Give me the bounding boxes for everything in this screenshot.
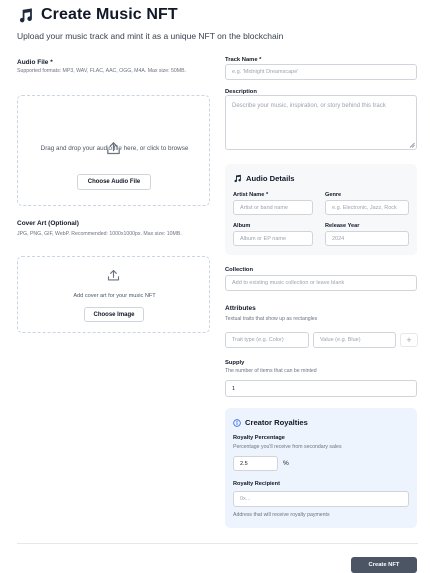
percent-sign: % — [283, 460, 289, 467]
description-textarea[interactable]: Describe your music, inspiration, or sto… — [225, 95, 417, 150]
audio-details-header: Audio Details — [233, 174, 295, 183]
audio-file-label: Audio File * — [17, 59, 53, 66]
collection-input[interactable]: Add to existing music collection or leav… — [225, 275, 417, 291]
artist-name-input[interactable]: Artist or band name — [233, 200, 313, 215]
royalty-percentage-hint: Percentage you'll receive from secondary… — [233, 444, 342, 450]
royalty-percentage-input[interactable]: 2.5 — [233, 456, 278, 471]
genre-label: Genre — [325, 192, 342, 198]
page-title: Create Music NFT — [41, 6, 178, 23]
add-attribute-button[interactable]: + — [400, 333, 418, 347]
create-nft-button[interactable]: Create NFT — [351, 557, 417, 573]
audio-details-title: Audio Details — [246, 174, 295, 183]
audio-file-hint: Supported formats: MP3, WAV, FLAC, AAC, … — [17, 68, 187, 74]
trait-value-input[interactable]: Value (e.g. Blue) — [313, 332, 396, 348]
supply-input[interactable]: 1 — [225, 380, 417, 397]
royalty-recipient-hint: Address that will receive royalty paymen… — [233, 512, 330, 518]
genre-input[interactable]: e.g. Electronic, Jazz, Rock — [325, 200, 409, 215]
album-label: Album — [233, 223, 251, 229]
audio-drop-text: Drag and drop your audio file here, or c… — [40, 145, 189, 152]
music-note-icon — [234, 174, 241, 183]
resize-handle-icon[interactable] — [409, 142, 415, 148]
track-name-label: Track Name * — [225, 57, 262, 63]
release-year-label: Release Year — [325, 223, 360, 229]
trait-type-input[interactable]: Trait type (e.g. Color) — [225, 332, 309, 348]
royalty-recipient-input[interactable]: 0x... — [233, 491, 409, 507]
page-subtitle: Upload your music track and mint it as a… — [17, 31, 284, 41]
choose-audio-file-button[interactable]: Choose Audio File — [77, 174, 151, 190]
upload-icon — [107, 269, 120, 281]
cover-drop-text: Add cover art for your music NFT — [73, 293, 156, 299]
collection-label: Collection — [225, 267, 254, 273]
cover-art-hint: JPG, PNG, GIF, WebP. Recommended: 1000x1… — [17, 231, 182, 237]
royalty-recipient-label: Royalty Recipient — [233, 481, 280, 487]
music-note-icon — [19, 7, 32, 22]
album-input[interactable]: Album or EP name — [233, 231, 313, 246]
audio-dropzone[interactable]: Drag and drop your audio file here, or c… — [17, 95, 210, 206]
footer-divider — [17, 543, 418, 544]
artist-name-label: Artist Name * — [233, 192, 269, 198]
choose-image-button[interactable]: Choose Image — [84, 307, 144, 322]
release-year-input[interactable]: 2024 — [325, 231, 409, 246]
royalties-title: Creator Royalties — [245, 418, 308, 427]
cover-dropzone[interactable]: Add cover art for your music NFT Choose … — [17, 256, 210, 333]
royalties-panel: Creator Royalties Royalty Percentage Per… — [225, 408, 417, 528]
track-name-input[interactable]: e.g. 'Midnight Dreamscape' — [225, 64, 417, 80]
cover-art-label: Cover Art (Optional) — [17, 220, 79, 227]
supply-hint: The number of items that can be minted — [225, 368, 317, 374]
attributes-hint: Textual traits that show up as rectangle… — [225, 316, 318, 322]
page-header: Create Music NFT — [17, 6, 178, 24]
royalties-header: Creator Royalties — [233, 418, 308, 427]
audio-details-panel: Audio Details Artist Name * Artist or ba… — [225, 164, 417, 255]
info-icon — [233, 418, 241, 427]
supply-label: Supply — [225, 360, 245, 366]
royalty-percentage-label: Royalty Percentage — [233, 435, 285, 441]
attributes-label: Attributes — [225, 305, 256, 312]
